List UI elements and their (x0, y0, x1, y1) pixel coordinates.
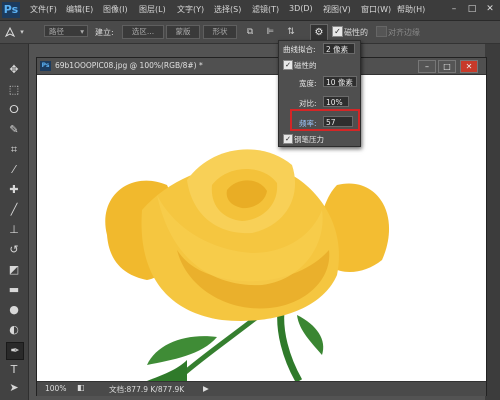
path-arrangement-icon[interactable]: ⇅ (285, 26, 297, 38)
shape-button[interactable]: 形状 (203, 25, 237, 39)
menu-bar: Ps 文件(F) 编辑(E) 图像(I) 图层(L) 文字(Y) 选择(S) 滤… (0, 0, 500, 21)
move-tool-icon[interactable]: ✥ (6, 62, 22, 78)
maximize-button[interactable]: □ (465, 3, 479, 15)
magnetic-popup-label: 磁性的 (294, 61, 317, 70)
menu-help[interactable]: 帮助(H) (397, 4, 425, 15)
eraser-tool-icon[interactable]: ◩ (6, 262, 22, 278)
eyedropper-tool-icon[interactable]: ⁄ (6, 162, 22, 178)
tool-mode-value: 路径 (49, 27, 64, 36)
menu-layer[interactable]: 图层(L) (139, 4, 166, 15)
options-bar: ▾ 路径 ▾ 建立: 选区... 蒙版 形状 ⧉ ⊫ ⇅ ⚙ ✓ 磁性的 对齐边缘 (0, 21, 500, 44)
path-alignment-icon[interactable]: ⊫ (264, 26, 276, 38)
zoom-level[interactable]: 100% (45, 384, 66, 393)
path-operations-icon[interactable]: ⧉ (244, 26, 256, 38)
build-label: 建立: (95, 28, 114, 37)
close-button[interactable]: ✕ (483, 3, 497, 15)
quick-select-tool-icon[interactable]: ✎ (6, 122, 22, 138)
selection-button[interactable]: 选区... (122, 25, 164, 39)
magnetic-popup-checkbox[interactable]: ✓ (283, 60, 293, 70)
zoom-step-icon[interactable]: ◧ (77, 383, 85, 392)
clone-stamp-tool-icon[interactable]: ⊥ (6, 222, 22, 238)
pen-pressure-label: 钢笔压力 (294, 135, 324, 144)
marquee-tool-icon[interactable]: ⬚ (6, 82, 22, 98)
menu-view[interactable]: 视图(V) (323, 4, 351, 15)
document-window: Ps 69b1OOOPIC08.jpg @ 100%(RGB/8#) * – □… (36, 57, 487, 396)
width-label: 宽度: (299, 79, 317, 88)
status-bar: 100% ◧ 文档:877.9 K/877.9K ▶ (37, 381, 486, 396)
contrast-label: 对比: (299, 99, 317, 108)
type-tool-icon[interactable]: T (6, 362, 22, 378)
lasso-tool-icon[interactable]: ⵔ (6, 102, 22, 118)
minimize-button[interactable]: – (447, 3, 461, 15)
blur-tool-icon[interactable]: ● (6, 302, 22, 318)
document-title: 69b1OOOPIC08.jpg @ 100%(RGB/8#) * (55, 61, 203, 70)
rose-image (105, 149, 390, 381)
gear-icon[interactable]: ⚙ (310, 24, 328, 41)
history-brush-tool-icon[interactable]: ↺ (6, 242, 22, 258)
magnetic-checkbox[interactable]: ✓ (332, 26, 343, 37)
pen-pressure-checkbox[interactable]: ✓ (283, 134, 293, 144)
doc-minimize-button[interactable]: – (418, 60, 436, 73)
frequency-highlight-box (290, 109, 360, 131)
doc-maximize-button[interactable]: □ (438, 60, 456, 73)
photoshop-logo: Ps (2, 2, 20, 18)
document-info: 文档:877.9 K/877.9K (109, 385, 185, 394)
freeform-pen-icon[interactable] (4, 26, 16, 38)
menu-type[interactable]: 文字(Y) (177, 4, 204, 15)
gradient-tool-icon[interactable]: ▬ (6, 282, 22, 298)
curve-fit-input[interactable]: 2 像素 (323, 43, 355, 54)
contrast-input[interactable]: 10% (323, 96, 349, 107)
menu-file[interactable]: 文件(F) (30, 4, 57, 15)
magnetic-label: 磁性的 (344, 28, 368, 37)
curve-fit-label: 曲线拟合: (283, 45, 316, 54)
menu-image[interactable]: 图像(I) (103, 4, 128, 15)
status-menu-arrow-icon[interactable]: ▶ (203, 384, 209, 393)
tool-mode-select[interactable]: 路径 ▾ (44, 25, 88, 37)
pen-tool-icon[interactable]: ✒ (6, 342, 24, 360)
mask-button[interactable]: 蒙版 (166, 25, 200, 39)
dodge-tool-icon[interactable]: ◐ (6, 322, 22, 338)
right-panel-strip (485, 44, 500, 400)
doc-close-button[interactable]: ✕ (460, 60, 478, 73)
brush-tool-icon[interactable]: ╱ (6, 202, 22, 218)
healing-tool-icon[interactable]: ✚ (6, 182, 22, 198)
menu-window[interactable]: 窗口(W) (361, 4, 391, 15)
menu-select[interactable]: 选择(S) (214, 4, 241, 15)
menu-filter[interactable]: 滤镜(T) (252, 4, 279, 15)
align-edges-label: 对齐边缘 (388, 28, 420, 37)
chevron-down-icon: ▾ (80, 27, 84, 36)
tools-panel: ✥ ⬚ ⵔ ✎ ⌗ ⁄ ✚ ╱ ⊥ ↺ ◩ ▬ ● ◐ ✒ T ➤ (0, 44, 29, 400)
width-input[interactable]: 10 像素 (323, 76, 357, 87)
align-edges-checkbox[interactable] (376, 26, 387, 37)
document-title-bar[interactable]: Ps 69b1OOOPIC08.jpg @ 100%(RGB/8#) * – □… (37, 58, 486, 75)
path-select-tool-icon[interactable]: ➤ (6, 380, 22, 396)
menu-edit[interactable]: 编辑(E) (66, 4, 93, 15)
crop-tool-icon[interactable]: ⌗ (6, 142, 22, 158)
photoshop-doc-icon: Ps (40, 61, 51, 71)
menu-3d[interactable]: 3D(D) (289, 4, 313, 13)
image-canvas[interactable] (37, 75, 486, 381)
tool-preset-dropdown-icon[interactable]: ▾ (16, 26, 28, 38)
